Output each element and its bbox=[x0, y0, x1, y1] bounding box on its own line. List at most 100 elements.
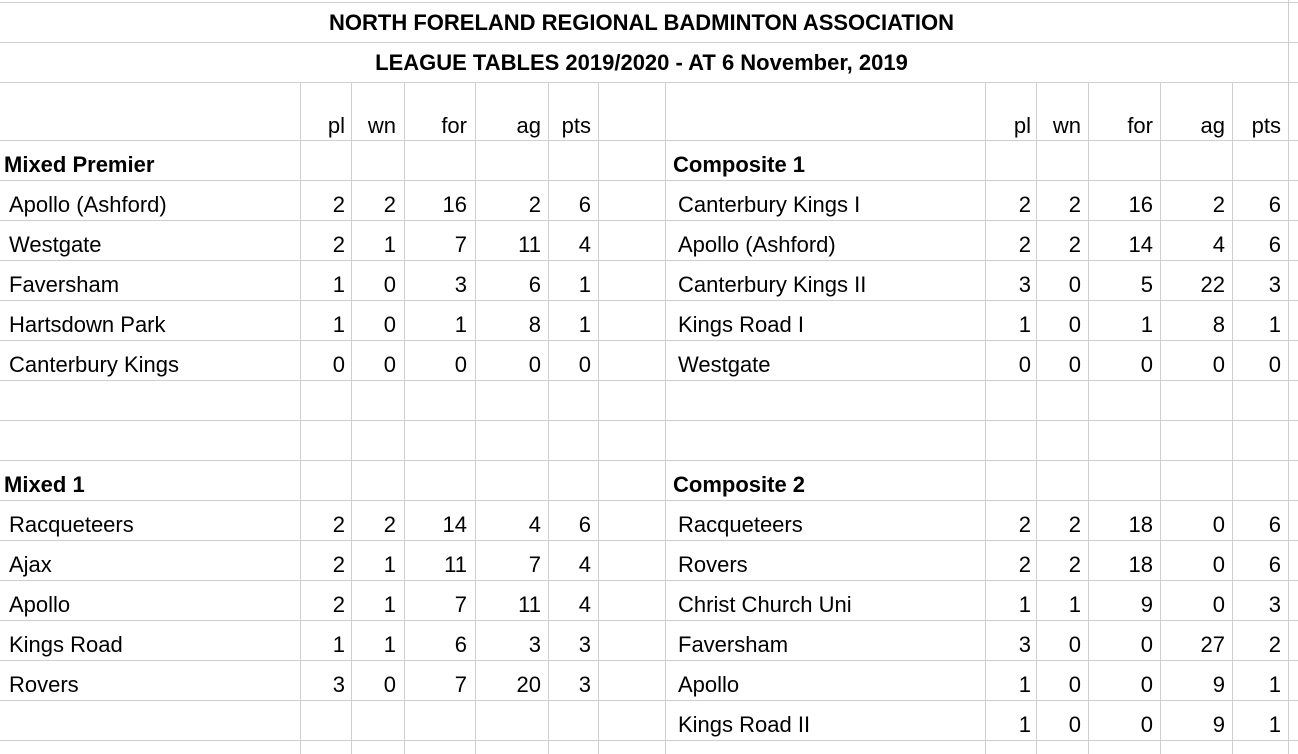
stat-ag: 27 bbox=[1200, 632, 1225, 657]
stat-for: 0 bbox=[1140, 712, 1153, 737]
stat-wn: 2 bbox=[1068, 552, 1081, 577]
grid-line-h bbox=[0, 220, 1298, 221]
grid-line-h bbox=[0, 660, 1298, 661]
team-name: Apollo (Ashford) bbox=[9, 192, 167, 217]
grid-line-h bbox=[0, 180, 1298, 181]
grid-line-h bbox=[0, 500, 1298, 501]
stat-wn: 2 bbox=[383, 192, 396, 217]
team-name: Racqueteers bbox=[9, 512, 134, 537]
team-name: Hartsdown Park bbox=[9, 312, 166, 337]
stat-for: 0 bbox=[1140, 352, 1153, 377]
grid-line-h bbox=[0, 2, 1298, 3]
grid-line-v bbox=[404, 82, 405, 754]
stat-for: 3 bbox=[454, 272, 467, 297]
column-header-wn: wn bbox=[367, 113, 396, 138]
stat-ag: 2 bbox=[1212, 192, 1225, 217]
stat-wn: 1 bbox=[383, 632, 396, 657]
stat-pts: 3 bbox=[578, 632, 591, 657]
stat-for: 9 bbox=[1140, 592, 1153, 617]
stat-for: 0 bbox=[1140, 672, 1153, 697]
team-name: Apollo bbox=[678, 672, 740, 697]
grid-line-h bbox=[0, 420, 1298, 421]
stat-pts: 3 bbox=[1268, 592, 1281, 617]
stat-for: 5 bbox=[1140, 272, 1153, 297]
stat-wn: 0 bbox=[1068, 312, 1081, 337]
division-title: Mixed 1 bbox=[4, 472, 85, 497]
column-header-for: for bbox=[441, 113, 467, 138]
grid-line-h bbox=[0, 82, 1298, 83]
grid-line-h bbox=[0, 700, 1298, 701]
stat-ag: 22 bbox=[1200, 272, 1225, 297]
stat-ag: 0 bbox=[1212, 352, 1225, 377]
grid-line-v bbox=[1288, 82, 1289, 754]
team-name: Westgate bbox=[678, 352, 771, 377]
stat-for: 0 bbox=[1140, 632, 1153, 657]
team-name: Canterbury Kings bbox=[9, 352, 179, 377]
grid-line-h bbox=[0, 620, 1298, 621]
team-name: Kings Road bbox=[9, 632, 123, 657]
team-name: Racqueteers bbox=[678, 512, 803, 537]
column-header-wn: wn bbox=[1052, 113, 1081, 138]
stat-pts: 6 bbox=[1268, 552, 1281, 577]
team-name: Rovers bbox=[9, 672, 79, 697]
stat-pts: 1 bbox=[1268, 672, 1281, 697]
stat-pts: 0 bbox=[1268, 352, 1281, 377]
team-name: Faversham bbox=[678, 632, 789, 657]
team-name: Apollo (Ashford) bbox=[678, 232, 836, 257]
stat-ag: 0 bbox=[1212, 512, 1225, 537]
stat-wn: 2 bbox=[1068, 232, 1081, 257]
stat-pts: 4 bbox=[578, 232, 591, 257]
stat-wn: 0 bbox=[1068, 272, 1081, 297]
grid-line-h bbox=[0, 540, 1298, 541]
stat-wn: 0 bbox=[1068, 352, 1081, 377]
team-name: Faversham bbox=[9, 272, 120, 297]
stat-pts: 1 bbox=[1268, 712, 1281, 737]
stat-pts: 3 bbox=[1268, 272, 1281, 297]
grid-line-h bbox=[0, 580, 1298, 581]
stat-pts: 6 bbox=[578, 512, 591, 537]
stat-for: 16 bbox=[1128, 192, 1153, 217]
stat-wn: 0 bbox=[1068, 632, 1081, 657]
grid-line-h bbox=[0, 460, 1298, 461]
stat-for: 16 bbox=[442, 192, 467, 217]
stat-pts: 1 bbox=[578, 312, 591, 337]
team-name: Canterbury Kings II bbox=[678, 272, 867, 297]
stat-pts: 6 bbox=[1268, 232, 1281, 257]
grid-line-h bbox=[0, 340, 1298, 341]
column-header-ag: ag bbox=[1200, 113, 1225, 138]
grid-line-h bbox=[0, 380, 1298, 381]
grid-line-v bbox=[1160, 82, 1161, 754]
stat-pts: 6 bbox=[1268, 512, 1281, 537]
team-name: Ajax bbox=[9, 552, 52, 577]
column-header-for: for bbox=[1127, 113, 1153, 138]
stat-pts: 1 bbox=[578, 272, 591, 297]
stat-for: 7 bbox=[454, 232, 467, 257]
grid-line-h bbox=[0, 260, 1298, 261]
sheet-title: NORTH FORELAND REGIONAL BADMINTON ASSOCI… bbox=[329, 10, 954, 35]
team-name: Canterbury Kings I bbox=[678, 192, 861, 217]
stat-pts: 4 bbox=[578, 592, 591, 617]
stat-for: 11 bbox=[444, 552, 467, 577]
stat-for: 1 bbox=[1140, 312, 1153, 337]
stat-wn: 0 bbox=[1068, 712, 1081, 737]
stat-wn: 1 bbox=[383, 552, 396, 577]
grid-line-v bbox=[1288, 0, 1289, 82]
team-name: Apollo bbox=[9, 592, 71, 617]
stat-ag: 9 bbox=[1212, 672, 1225, 697]
stat-for: 14 bbox=[442, 512, 467, 537]
stat-wn: 0 bbox=[1068, 672, 1081, 697]
stat-wn: 2 bbox=[1068, 512, 1081, 537]
stat-pts: 4 bbox=[578, 552, 591, 577]
stat-ag: 8 bbox=[1212, 312, 1225, 337]
stat-for: 18 bbox=[1128, 552, 1153, 577]
stat-wn: 0 bbox=[383, 272, 396, 297]
grid-line-h bbox=[0, 300, 1298, 301]
team-name: Westgate bbox=[9, 232, 102, 257]
stat-for: 18 bbox=[1128, 512, 1153, 537]
stat-wn: 0 bbox=[383, 672, 396, 697]
division-title: Mixed Premier bbox=[4, 152, 155, 177]
stat-for: 14 bbox=[1128, 232, 1153, 257]
stat-pts: 3 bbox=[578, 672, 591, 697]
team-name: Christ Church Uni bbox=[678, 592, 852, 617]
stat-wn: 0 bbox=[383, 352, 396, 377]
